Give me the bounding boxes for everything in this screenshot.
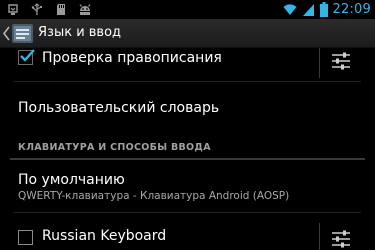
wifi-icon <box>283 4 297 15</box>
spellcheck-row[interactable]: Проверка правописания <box>0 48 375 79</box>
status-bar: 22:09 <box>0 0 375 19</box>
vertical-divider <box>319 223 320 250</box>
russian-keyboard-label: Russian Keyboard <box>42 228 167 244</box>
russian-keyboard-checkbox[interactable] <box>18 230 33 245</box>
default-input-label: По умолчанию <box>18 172 125 188</box>
signal-icon <box>302 3 314 16</box>
page-title: Язык и ввод <box>38 25 122 40</box>
usb-debug-icon <box>8 4 18 15</box>
status-clock: 22:09 <box>332 2 371 17</box>
vertical-divider <box>319 48 320 78</box>
default-input-summary: QWERTY-клавиатура - Клавиатура Android (… <box>18 190 290 202</box>
user-dictionary-label: Пользовательский словарь <box>18 100 220 116</box>
checkmark-icon <box>20 49 35 62</box>
action-bar: Язык и ввод <box>0 19 375 48</box>
battery-icon <box>319 2 328 17</box>
settings-sliders-icon[interactable] <box>330 230 352 248</box>
chevron-left-icon[interactable] <box>2 26 10 41</box>
section-header-keyboard: КЛАВИАТУРА И СПОСОБЫ ВВОДА <box>18 142 211 153</box>
spellcheck-label: Проверка правописания <box>42 50 222 66</box>
default-input-row[interactable]: По умолчанию QWERTY-клавиатура - Клавиат… <box>0 160 375 210</box>
usb-icon <box>31 3 42 15</box>
settings-app-icon[interactable] <box>11 22 34 45</box>
russian-keyboard-row[interactable]: Russian Keyboard <box>0 213 375 250</box>
spellcheck-checkbox[interactable] <box>18 49 35 65</box>
preferences-list[interactable]: Проверка правописания Пользовательский с… <box>0 48 375 250</box>
android-icon <box>79 4 91 15</box>
sd-card-icon <box>57 4 65 15</box>
user-dictionary-row[interactable]: Пользовательский словарь <box>0 82 375 135</box>
settings-sliders-icon[interactable] <box>330 52 352 70</box>
